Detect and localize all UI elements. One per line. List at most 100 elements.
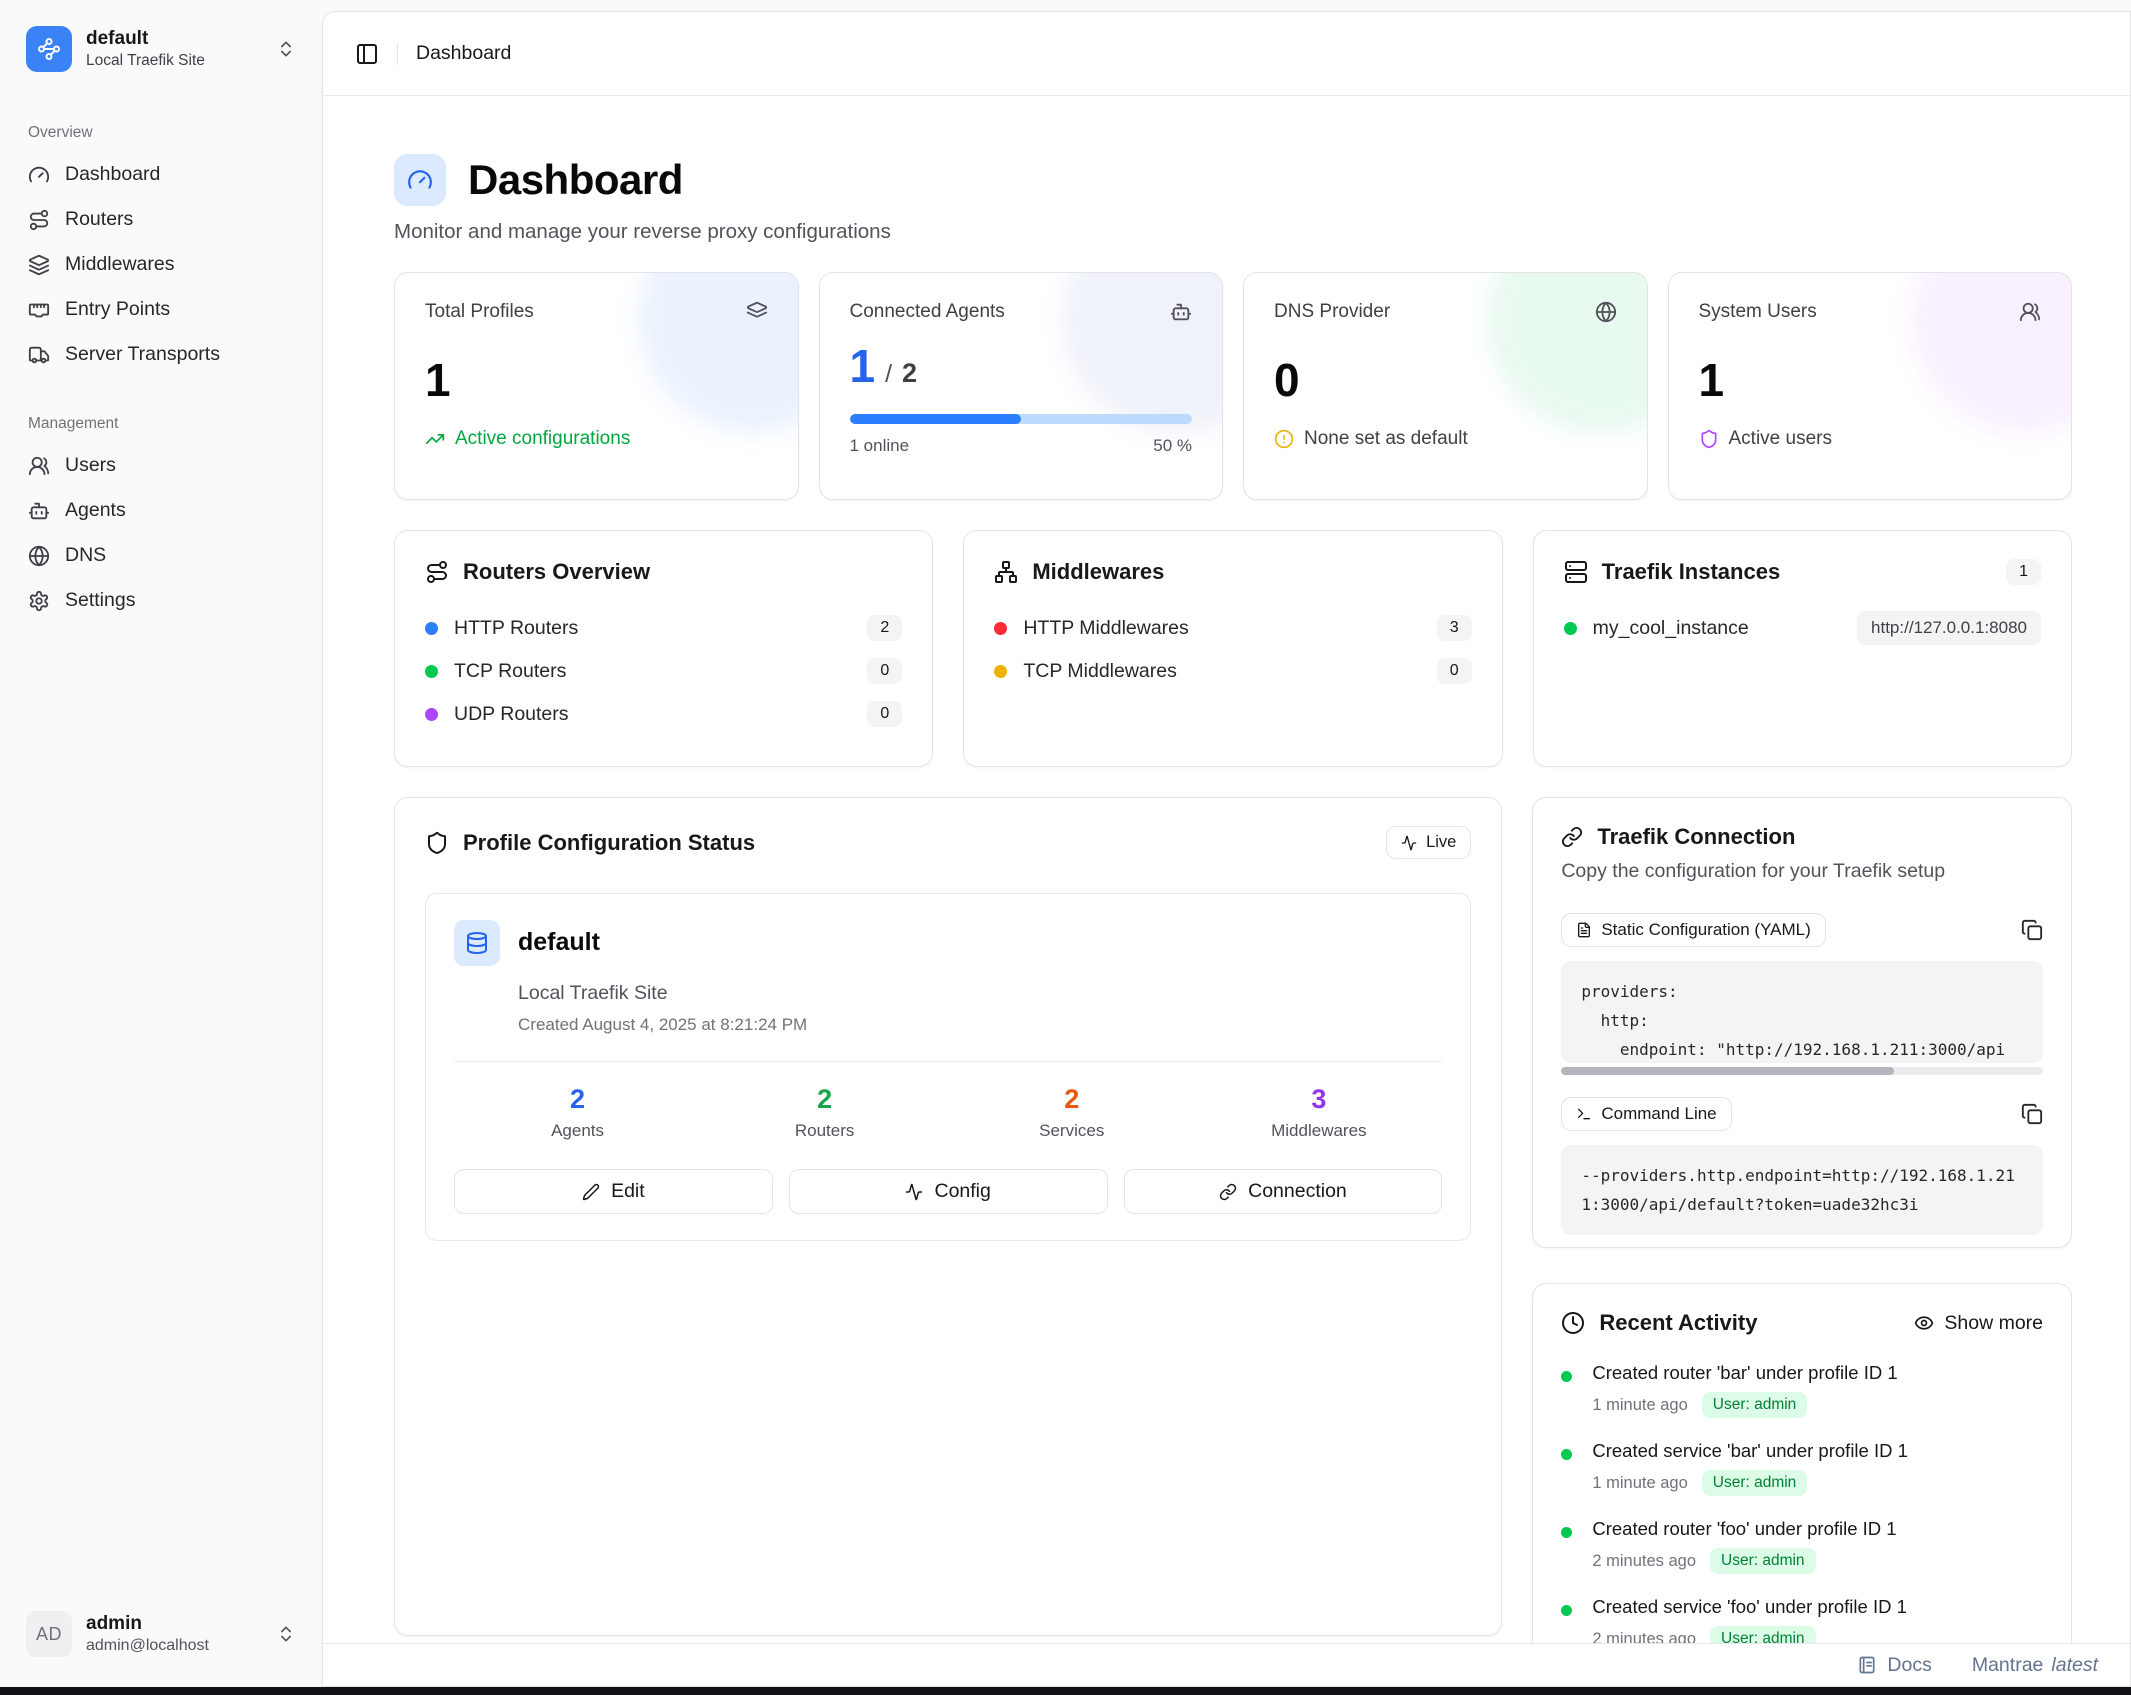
footer: Docs Mantrae latest	[323, 1643, 2130, 1686]
stat-value: 1	[425, 355, 768, 406]
profile-description: Local Traefik Site	[518, 982, 1442, 1005]
show-more-label: Show more	[1944, 1312, 2043, 1335]
count-badge: 0	[867, 658, 902, 684]
activity-user-badge: User: admin	[1702, 1470, 1808, 1496]
breadcrumb: Dashboard	[416, 42, 511, 65]
activity-item: Created router 'bar' under profile ID 1 …	[1561, 1362, 2043, 1418]
traefik-connection-card: Traefik Connection Copy the configuratio…	[1532, 797, 2072, 1248]
bottom-edge-bar	[0, 1687, 2131, 1695]
agents-online: 1 online	[850, 436, 910, 456]
stat-value: 3	[1195, 1084, 1442, 1115]
chevrons-up-down-icon	[276, 1624, 296, 1644]
activity-dot	[1561, 1527, 1572, 1538]
stat-label: Middlewares	[1195, 1121, 1442, 1141]
card-title: Routers Overview	[463, 559, 902, 585]
sidebar-item-dns[interactable]: DNS	[16, 533, 306, 578]
sidebar-item-middlewares[interactable]: Middlewares	[16, 242, 306, 287]
bot-icon	[1170, 301, 1192, 323]
sidebar-item-label: Entry Points	[65, 298, 170, 321]
sidebar-item-users[interactable]: Users	[16, 443, 306, 488]
card-glow	[1487, 272, 1648, 433]
status-dot	[425, 622, 438, 635]
page-subtitle: Monitor and manage your reverse proxy co…	[394, 220, 2072, 244]
gauge-icon	[28, 164, 50, 186]
nav-overview: Dashboard Routers Middlewares Entry Poin…	[16, 152, 306, 377]
count-badge: 0	[867, 701, 902, 727]
page-title: Dashboard	[468, 156, 683, 204]
middlewares-card: Middlewares HTTP Middlewares 3 TCP Middl…	[963, 530, 1502, 767]
file-text-icon	[1576, 922, 1592, 938]
link-icon	[1561, 826, 1583, 848]
trending-up-icon	[425, 429, 445, 449]
activity-time: 1 minute ago	[1592, 1474, 1687, 1493]
connection-button-label: Connection	[1248, 1180, 1347, 1203]
activity-text: Created service 'bar' under profile ID 1	[1592, 1440, 1908, 1462]
section-label-overview: Overview	[28, 124, 306, 142]
workspace-switcher[interactable]: default Local Traefik Site	[16, 18, 306, 80]
sidebar-toggle-button[interactable]	[355, 42, 379, 66]
user-menu[interactable]: AD admin admin@localhost	[16, 1603, 306, 1665]
routers-overview-card: Routers Overview HTTP Routers 2 TCP Rout…	[394, 530, 933, 767]
edit-button[interactable]: Edit	[454, 1169, 773, 1214]
bot-icon	[28, 500, 50, 522]
copy-cli-button[interactable]	[2021, 1103, 2043, 1125]
stat-status-row: None set as default	[1274, 428, 1617, 450]
stat-label: Routers	[701, 1121, 948, 1141]
config-button[interactable]: Config	[789, 1169, 1108, 1214]
ethernet-port-icon	[28, 299, 50, 321]
row-label: UDP Routers	[454, 703, 851, 726]
stat-value: 2	[454, 1084, 701, 1115]
user-name: admin	[86, 1613, 262, 1635]
horizontal-scrollbar[interactable]	[1561, 1067, 2043, 1075]
main-panel: Dashboard Dashboard Monitor and manage y…	[322, 11, 2131, 1687]
copy-icon	[2021, 919, 2043, 941]
activity-icon	[1401, 835, 1417, 851]
sidebar-item-label: Middlewares	[65, 253, 174, 276]
agents-percent: 50 %	[1153, 436, 1192, 456]
route-icon	[425, 560, 449, 584]
card-title: Profile Configuration Status	[463, 830, 1372, 856]
live-badge: Live	[1386, 826, 1471, 859]
yaml-config-badge: Static Configuration (YAML)	[1561, 913, 1825, 947]
clock-icon	[1561, 1311, 1585, 1335]
docs-link[interactable]: Docs	[1857, 1654, 1931, 1677]
middleware-type-row: HTTP Middlewares 3	[994, 613, 1471, 643]
activity-dot	[1561, 1449, 1572, 1460]
scrollbar-thumb[interactable]	[1561, 1067, 1893, 1075]
sidebar-item-label: Dashboard	[65, 163, 160, 186]
profile-created: Created August 4, 2025 at 8:21:24 PM	[518, 1015, 1442, 1035]
stat-value: 2	[948, 1084, 1195, 1115]
copy-yaml-button[interactable]	[2021, 919, 2043, 941]
count-badge: 3	[1437, 615, 1472, 641]
sidebar-item-entry-points[interactable]: Entry Points	[16, 287, 306, 332]
stat-label: System Users	[1699, 301, 1817, 323]
activity-user-badge: User: admin	[1710, 1548, 1816, 1574]
globe-icon	[1595, 301, 1617, 323]
sidebar-item-server-transports[interactable]: Server Transports	[16, 332, 306, 377]
stat-status: None set as default	[1304, 428, 1468, 450]
stat-card-total-profiles: Total Profiles 1 Active configurations	[394, 272, 799, 500]
stat-separator: /	[885, 360, 892, 389]
terminal-icon	[1576, 1106, 1592, 1122]
sidebar-item-label: Server Transports	[65, 343, 220, 366]
route-icon	[28, 209, 50, 231]
show-more-button[interactable]: Show more	[1914, 1312, 2043, 1335]
profile-stat-agents: 2 Agents	[454, 1084, 701, 1141]
stat-card-system-users: System Users 1 Active users	[1668, 272, 2073, 500]
gauge-icon	[407, 167, 433, 193]
network-icon	[994, 560, 1018, 584]
connection-button[interactable]: Connection	[1124, 1169, 1443, 1214]
sidebar-item-agents[interactable]: Agents	[16, 488, 306, 533]
sidebar-item-settings[interactable]: Settings	[16, 578, 306, 623]
yaml-config-label: Static Configuration (YAML)	[1601, 920, 1810, 940]
yaml-code-block: providers: http: endpoint: "http://192.1…	[1561, 961, 2043, 1063]
sidebar-item-dashboard[interactable]: Dashboard	[16, 152, 306, 197]
eye-icon	[1914, 1313, 1934, 1333]
status-dot	[1564, 622, 1577, 635]
stat-card-connected-agents: Connected Agents 1 / 2 1 online 50 %	[819, 272, 1224, 500]
nav-management: Users Agents DNS Settings	[16, 443, 306, 623]
profile-card: default Local Traefik Site Created Augus…	[425, 893, 1471, 1241]
stat-label: Services	[948, 1121, 1195, 1141]
sidebar-item-routers[interactable]: Routers	[16, 197, 306, 242]
alert-circle-icon	[1274, 429, 1294, 449]
